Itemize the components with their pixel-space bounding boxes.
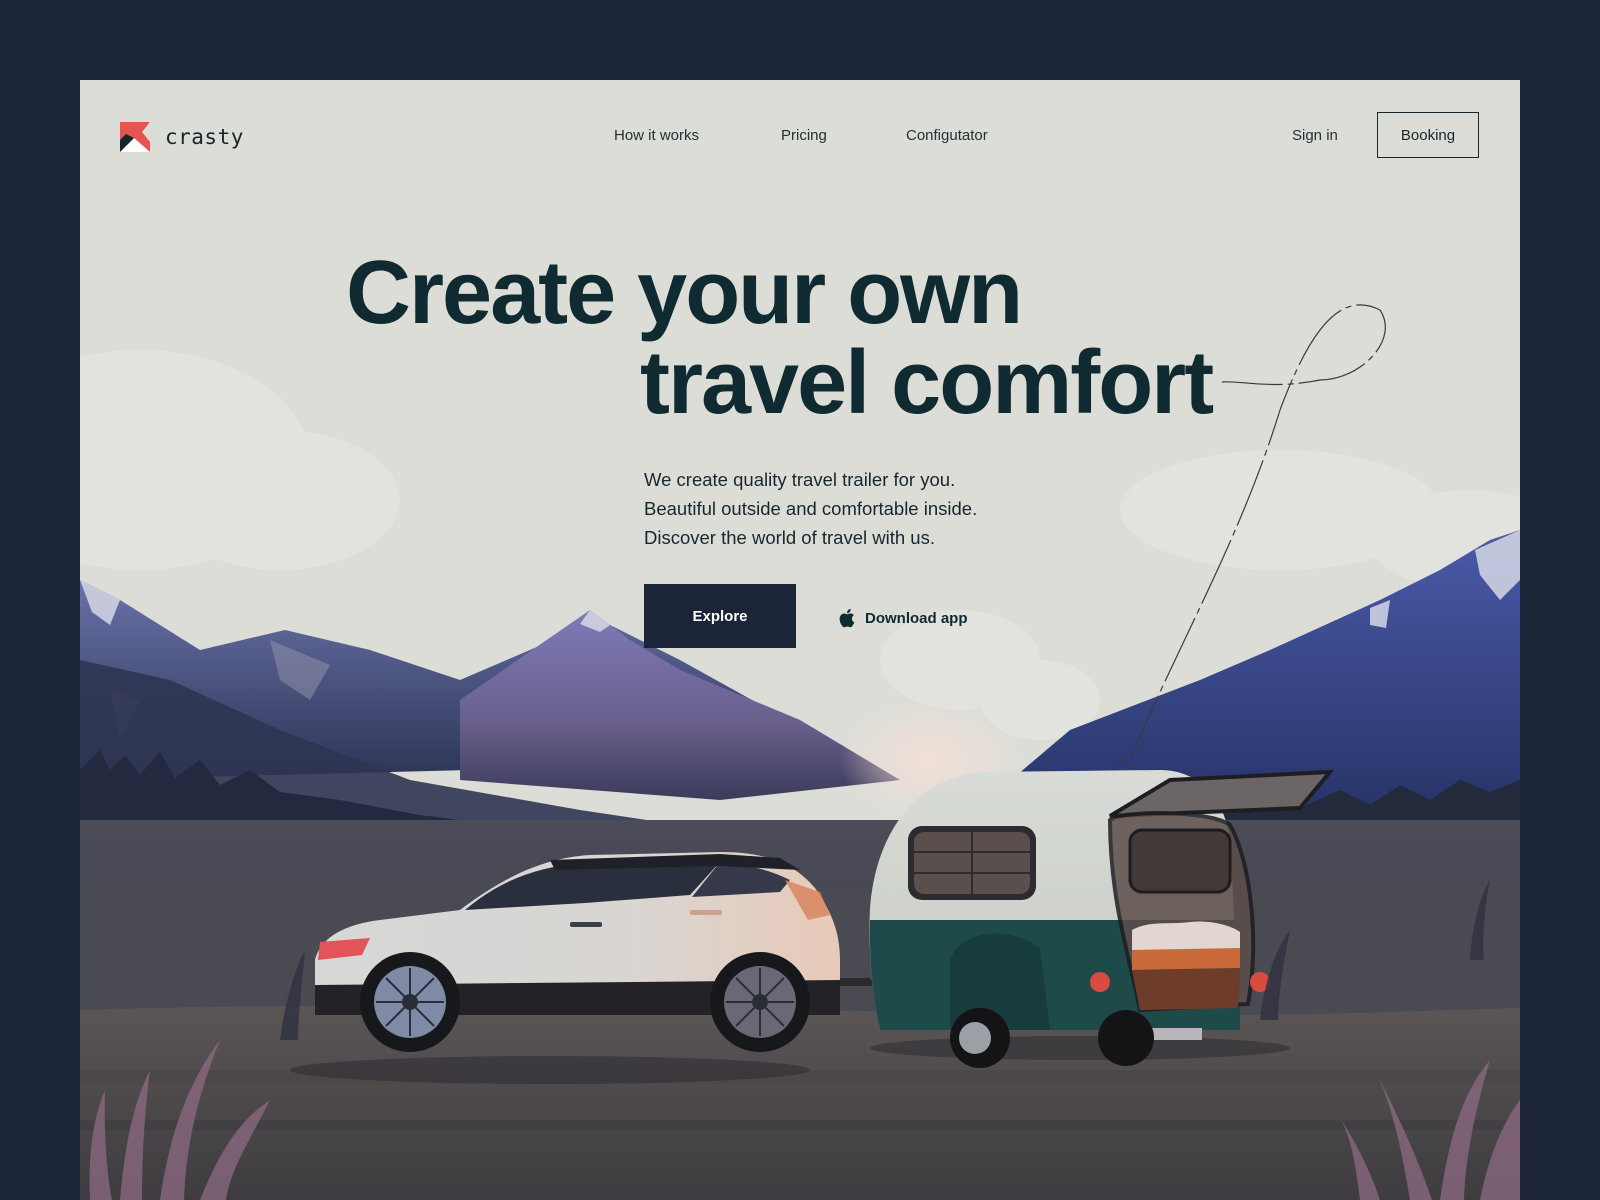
nav-link-how-it-works[interactable]: How it works [614, 127, 699, 144]
top-navigation: crasty How it works Pricing Configutator… [80, 80, 1520, 192]
nav-link-configurator[interactable]: Configutator [906, 127, 988, 144]
download-app-label: Download app [865, 609, 968, 627]
nav-link-pricing[interactable]: Pricing [781, 127, 827, 144]
download-app-button[interactable]: Download app [836, 607, 968, 629]
brand-name: crasty [165, 125, 244, 149]
sign-in-link[interactable]: Sign in [1292, 127, 1338, 144]
landing-page: crasty How it works Pricing Configutator… [80, 80, 1520, 1200]
hero-title-line-1: Create your own [346, 243, 1023, 343]
hero-subtitle: We create quality travel trailer for you… [644, 465, 977, 552]
hero-subtitle-line: Discover the world of travel with us. [644, 527, 935, 548]
hero-title-line-2: travel comfort [640, 333, 1214, 433]
explore-button[interactable]: Explore [644, 584, 796, 648]
logo[interactable]: crasty [120, 122, 244, 152]
hero-subtitle-line: We create quality travel trailer for you… [644, 469, 956, 490]
booking-button[interactable]: Booking [1377, 112, 1479, 158]
apple-icon [839, 608, 855, 628]
hero-subtitle-line: Beautiful outside and comfortable inside… [644, 498, 978, 519]
crasty-logo-icon [120, 122, 150, 152]
